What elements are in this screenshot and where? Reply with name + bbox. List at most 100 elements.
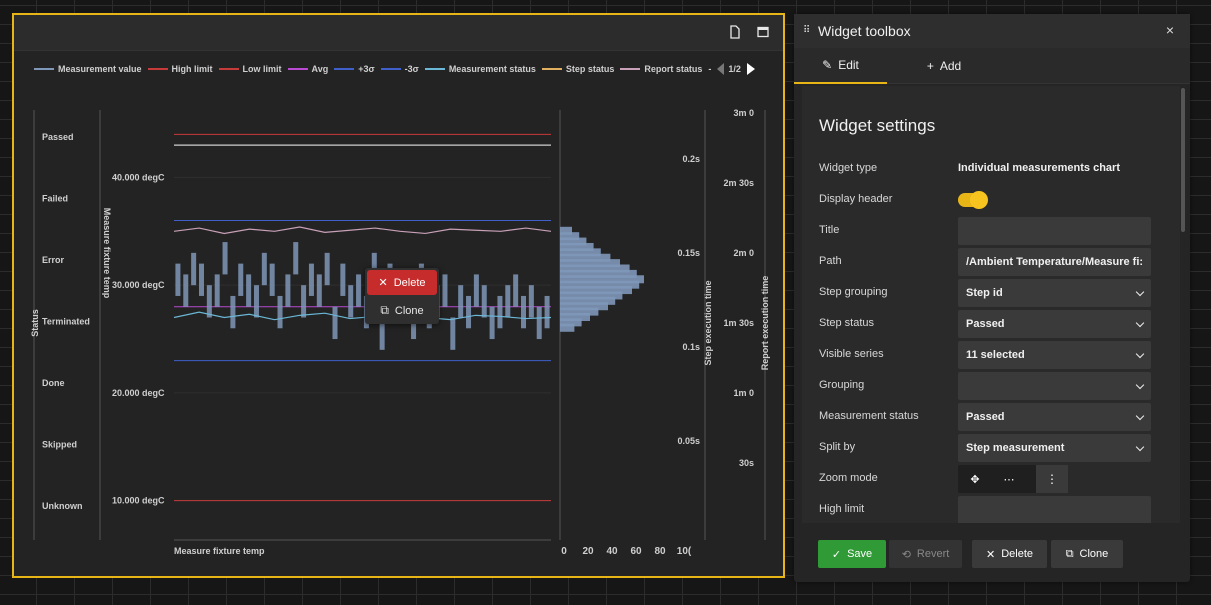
status-tick-label: Unknown [42, 501, 83, 511]
delete-label: Delete [1001, 548, 1033, 560]
chevron-down-icon [1135, 380, 1145, 390]
status-tick-label: Done [42, 378, 65, 388]
status-axis-title: Status [30, 309, 40, 337]
histogram-bar [560, 226, 572, 235]
toolbox-tabs: ✎ Edit + Add [794, 48, 1190, 84]
save-label: Save [847, 548, 873, 560]
context-menu: ✕ Delete ⧉ Clone [365, 268, 439, 324]
path-input[interactable]: /Ambient Temperature/Measure fi: [958, 248, 1151, 276]
series-line [173, 226, 552, 235]
visible-series-select[interactable]: 11 selected [958, 341, 1151, 369]
tab-edit-label: Edit [838, 58, 859, 72]
visible-series-value: 11 selected [966, 349, 1025, 361]
drag-handle-icon[interactable]: ⠿ [803, 25, 810, 36]
high-limit-input[interactable] [958, 496, 1151, 523]
check-icon: ✓ [831, 548, 842, 561]
revert-label: Revert [916, 548, 950, 560]
row-zoom-mode: Zoom mode ✥ ⋯ ⋮ [819, 465, 1169, 493]
close-icon: ✕ [378, 277, 388, 289]
report-time-tick-label: 2m 0 [733, 248, 754, 258]
clone-button[interactable]: ⧉ Clone [1051, 540, 1123, 568]
histogram-tick-label: 40 [606, 546, 618, 557]
value-tick-label: 40.000 degC [112, 172, 165, 182]
plus-icon: + [926, 59, 934, 73]
row-title: Title [819, 217, 1169, 245]
context-delete-label: Delete [393, 276, 426, 289]
status-tick-label: Failed [42, 194, 68, 204]
revert-button[interactable]: ⟲ Revert [889, 540, 962, 568]
delete-button[interactable]: ✕ Delete [972, 540, 1047, 568]
display-header-toggle[interactable] [958, 191, 988, 209]
toolbox-header: ⠿ Widget toolbox × [794, 14, 1190, 48]
grouping-label: Grouping [819, 379, 865, 391]
histogram-tick-label: 80 [654, 546, 666, 557]
settings-form: Widget settings Widget type Individual m… [802, 86, 1180, 523]
split-by-select[interactable]: Step measurement [958, 434, 1151, 462]
zoom-vertical-icon[interactable]: ⋮ [1036, 465, 1068, 493]
path-label: Path [819, 255, 842, 267]
tab-edit[interactable]: ✎ Edit [794, 48, 887, 84]
title-label: Title [819, 224, 840, 236]
zoom-horizontal-icon[interactable]: ⋯ [992, 465, 1026, 493]
step-time-axis-title: Step execution time [703, 280, 713, 365]
value-tick-label: 20.000 degC [112, 388, 165, 398]
status-tick-label: Passed [42, 132, 74, 142]
report-time-tick-label: 30s [739, 458, 754, 468]
measurement-status-select[interactable]: Passed [958, 403, 1151, 431]
title-input[interactable] [958, 217, 1151, 245]
step-time-tick-label: 0.1s [682, 342, 700, 352]
step-status-select[interactable]: Passed [958, 310, 1151, 338]
display-header-label: Display header [819, 193, 893, 205]
copy-icon: ⧉ [1065, 547, 1074, 560]
report-time-tick-label: 1m 30s [723, 318, 754, 328]
split-by-label: Split by [819, 441, 856, 453]
row-split-by: Split by Step measurement [819, 434, 1169, 462]
copy-icon: ⧉ [380, 303, 389, 317]
grouping-select[interactable] [958, 372, 1151, 400]
step-time-tick-label: 0.2s [682, 154, 700, 164]
report-time-tick-label: 1m 0 [733, 388, 754, 398]
row-display-header: Display header [819, 186, 1169, 214]
histogram-tick-label: 20 [582, 546, 594, 557]
dashboard-canvas: Measurement value High limit Low limit Avg +… [0, 0, 1211, 605]
tab-add[interactable]: + Add [904, 48, 984, 84]
row-path: Path /Ambient Temperature/Measure fi: [819, 248, 1169, 276]
step-grouping-select[interactable]: Step id [958, 279, 1151, 307]
report-time-tick-label: 3m 0 [733, 108, 754, 118]
pencil-icon: ✎ [822, 58, 833, 72]
path-value: /Ambient Temperature/Measure fi: [966, 256, 1144, 268]
widget-toolbox-panel: ⠿ Widget toolbox × ✎ Edit + Add Widget set… [794, 14, 1190, 582]
step-grouping-label: Step grouping [819, 286, 888, 298]
histogram-tick-label: 0 [561, 546, 567, 557]
context-clone-label: Clone [394, 304, 424, 317]
report-time-tick-label: 2m 30s [723, 178, 754, 188]
step-status-label: Step status [819, 317, 875, 329]
measurement-status-value: Passed [966, 411, 1005, 423]
row-step-status: Step status Passed [819, 310, 1169, 338]
row-high-limit: High limit [819, 496, 1169, 523]
histogram-tick-label: 10( [677, 546, 692, 557]
tab-add-label: Add [939, 59, 962, 73]
status-tick-label: Error [42, 255, 65, 265]
histogram-tick-label: 60 [630, 546, 642, 557]
widget-type-label: Widget type [819, 162, 878, 174]
row-measurement-status: Measurement status Passed [819, 403, 1169, 431]
value-tick-label: 30.000 degC [112, 280, 165, 290]
split-by-value: Step measurement [966, 442, 1065, 454]
measurement-status-label: Measurement status [819, 410, 919, 422]
context-clone-button[interactable]: ⧉ Clone [367, 298, 437, 323]
zoom-mode-label: Zoom mode [819, 472, 878, 484]
close-icon: ✕ [985, 548, 996, 561]
settings-scrollbar[interactable] [1181, 88, 1185, 232]
zoom-both-axes-icon[interactable]: ✥ [958, 465, 992, 493]
save-button[interactable]: ✓ Save [818, 540, 886, 568]
row-step-grouping: Step grouping Step id [819, 279, 1169, 307]
status-tick-label: Terminated [42, 317, 90, 327]
value-tick-label: 10.000 degC [112, 496, 165, 506]
close-icon[interactable]: × [1166, 22, 1174, 38]
context-delete-button[interactable]: ✕ Delete [367, 270, 437, 295]
zoom-mode-group: ✥ ⋯ ⋮ [958, 465, 1068, 493]
step-time-tick-label: 0.15s [677, 248, 700, 258]
high-limit-label: High limit [819, 503, 865, 515]
chart-widget[interactable]: Measurement value High limit Low limit Avg +… [12, 13, 785, 578]
